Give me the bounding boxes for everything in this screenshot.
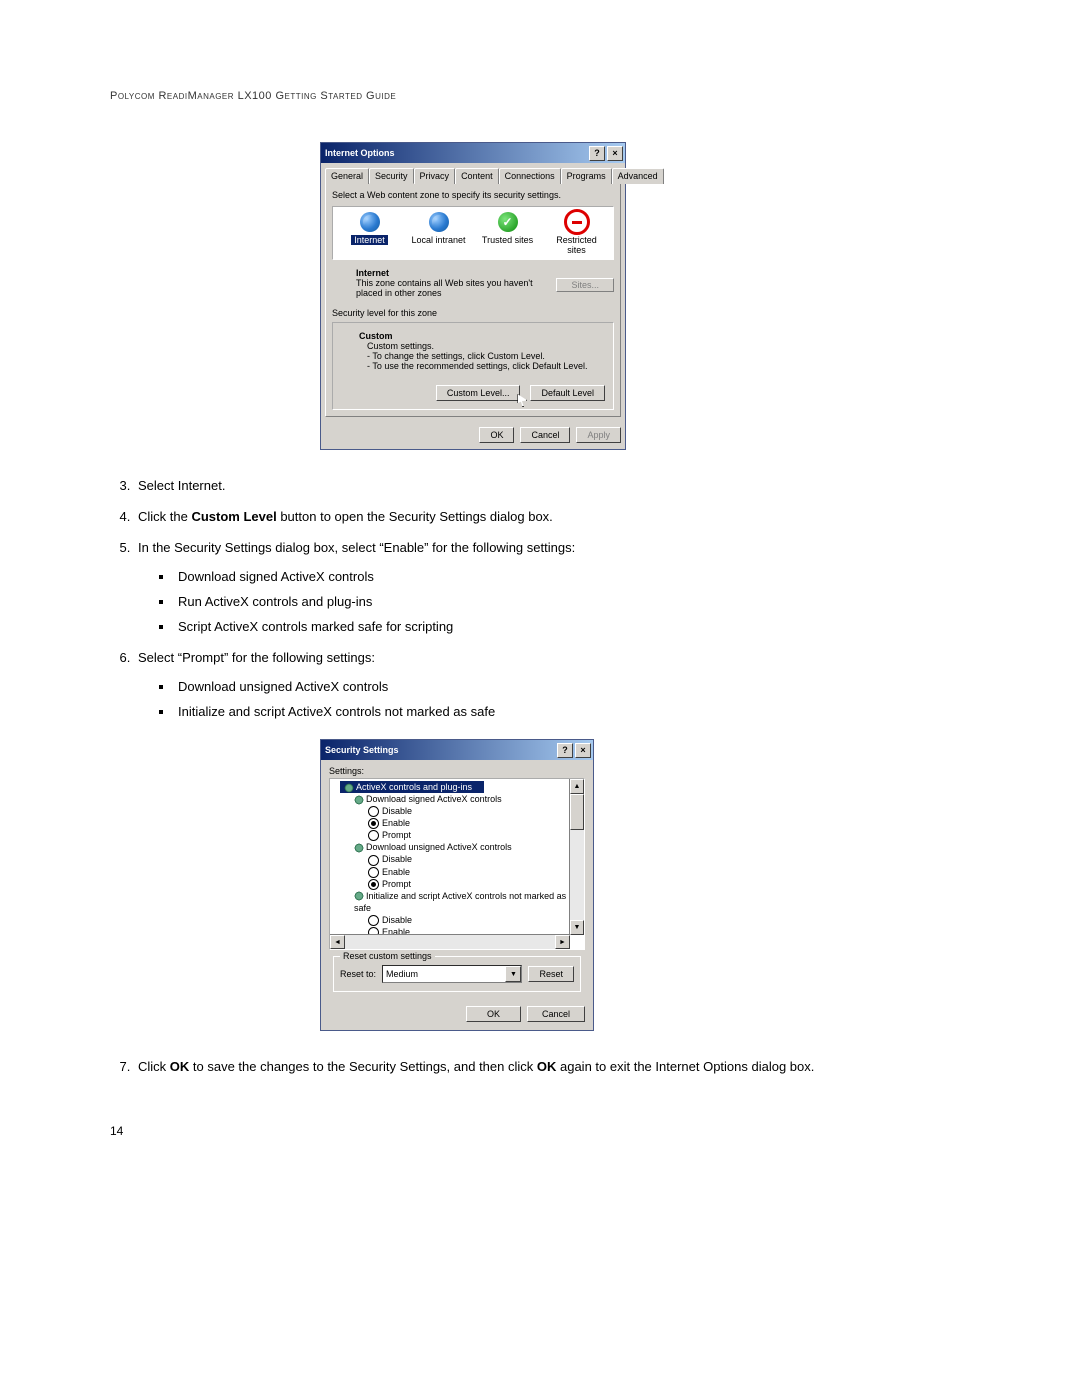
gear-icon: [354, 795, 364, 805]
radio-prompt[interactable]: Prompt: [332, 829, 584, 841]
cancel-button[interactable]: Cancel: [527, 1006, 585, 1022]
tab-advanced[interactable]: Advanced: [612, 168, 664, 184]
titlebar: Security Settings ? ×: [321, 740, 593, 760]
gear-icon: [354, 843, 364, 853]
zone-local-intranet[interactable]: Local intranet: [411, 211, 467, 255]
tab-content[interactable]: Content: [455, 168, 499, 184]
radio-prompt[interactable]: Prompt: [332, 878, 584, 890]
radio-disable[interactable]: Disable: [332, 853, 584, 865]
zone-desc-text: This zone contains all Web sites you hav…: [356, 278, 556, 298]
dialog-title: Internet Options: [325, 148, 395, 158]
page-header: Polycom ReadiManager LX100 Getting Start…: [110, 90, 970, 102]
custom-line: - To use the recommended settings, click…: [367, 361, 605, 371]
tree-group[interactable]: Initialize and script ActiveX controls n…: [332, 890, 584, 914]
reset-fieldset: Reset custom settings Reset to: Medium ▼…: [333, 956, 581, 992]
radio-enable[interactable]: Enable: [332, 817, 584, 829]
scroll-left-icon[interactable]: ◄: [330, 935, 345, 949]
tree-group[interactable]: Download unsigned ActiveX controls: [332, 841, 584, 853]
list-item: Initialize and script ActiveX controls n…: [174, 704, 970, 719]
tree-root[interactable]: ActiveX controls and plug-ins: [340, 781, 484, 793]
zone-restricted-sites[interactable]: Restricted sites: [549, 211, 605, 255]
globe-icon: [360, 212, 380, 232]
chevron-down-icon[interactable]: ▼: [505, 966, 521, 982]
tab-security[interactable]: Security: [369, 168, 414, 184]
scroll-thumb[interactable]: [570, 794, 584, 830]
reset-to-label: Reset to:: [340, 969, 376, 979]
zone-desc-title: Internet: [356, 268, 614, 278]
help-icon[interactable]: ?: [557, 743, 573, 758]
list-item: Run ActiveX controls and plug-ins: [174, 594, 970, 609]
tab-privacy[interactable]: Privacy: [414, 168, 456, 184]
custom-line: Custom settings.: [367, 341, 605, 351]
step-6: Select “Prompt” for the following settin…: [134, 650, 970, 719]
step-5: In the Security Settings dialog box, sel…: [134, 540, 970, 634]
radio-disable[interactable]: Disable: [332, 914, 584, 926]
page-number: 14: [110, 1124, 970, 1138]
zone-label: Restricted sites: [556, 235, 597, 255]
ok-button[interactable]: OK: [479, 427, 514, 443]
zone-trusted-sites[interactable]: ✓ Trusted sites: [480, 211, 536, 255]
close-icon[interactable]: ×: [607, 146, 623, 161]
security-level-label: Security level for this zone: [332, 308, 614, 318]
ok-button[interactable]: OK: [466, 1006, 521, 1022]
settings-tree[interactable]: ActiveX controls and plug-ins Download s…: [329, 778, 585, 950]
security-level-box: Custom Custom settings. - To change the …: [332, 322, 614, 410]
settings-label: Settings:: [329, 766, 585, 776]
internet-options-dialog: Internet Options ? × General Security Pr…: [320, 142, 626, 450]
zone-label: Internet: [351, 235, 388, 245]
tree-group[interactable]: Download signed ActiveX controls: [332, 793, 584, 805]
list-item: Download unsigned ActiveX controls: [174, 679, 970, 694]
security-settings-dialog: Security Settings ? × Settings: ActiveX …: [320, 739, 594, 1031]
dialog-title: Security Settings: [325, 745, 399, 755]
reset-legend: Reset custom settings: [340, 951, 435, 961]
radio-enable[interactable]: Enable: [332, 866, 584, 878]
reset-combo-value: Medium: [386, 969, 418, 979]
reset-combo[interactable]: Medium ▼: [382, 965, 522, 983]
tabs: General Security Privacy Content Connect…: [321, 163, 625, 183]
zone-label: Local intranet: [411, 235, 465, 245]
custom-level-button[interactable]: Custom Level...: [436, 385, 521, 401]
sites-button: Sites...: [556, 278, 614, 292]
instruction-list-2: Click OK to save the changes to the Secu…: [110, 1059, 970, 1074]
globe-icon: [429, 212, 449, 232]
instruction-text: Select a Web content zone to specify its…: [332, 190, 614, 200]
gear-icon: [344, 783, 354, 793]
instruction-list: Select Internet. Click the Custom Level …: [110, 478, 970, 719]
cancel-button[interactable]: Cancel: [520, 427, 570, 443]
reset-button[interactable]: Reset: [528, 966, 574, 982]
titlebar: Internet Options ? ×: [321, 143, 625, 163]
step-3: Select Internet.: [134, 478, 970, 493]
custom-line: - To change the settings, click Custom L…: [367, 351, 605, 361]
tab-connections[interactable]: Connections: [499, 168, 561, 184]
vertical-scrollbar[interactable]: ▲ ▼: [569, 779, 584, 935]
step-4: Click the Custom Level button to open th…: [134, 509, 970, 524]
list-item: Script ActiveX controls marked safe for …: [174, 619, 970, 634]
scroll-up-icon[interactable]: ▲: [570, 779, 584, 794]
close-icon[interactable]: ×: [575, 743, 591, 758]
gear-icon: [354, 891, 364, 901]
radio-disable[interactable]: Disable: [332, 805, 584, 817]
zone-label: Trusted sites: [482, 235, 533, 245]
tab-programs[interactable]: Programs: [561, 168, 612, 184]
horizontal-scrollbar[interactable]: ◄ ►: [330, 934, 570, 949]
tab-general[interactable]: General: [325, 168, 369, 184]
help-icon[interactable]: ?: [589, 146, 605, 161]
scroll-right-icon[interactable]: ►: [555, 935, 570, 949]
list-item: Download signed ActiveX controls: [174, 569, 970, 584]
default-level-button[interactable]: Default Level: [530, 385, 605, 401]
apply-button: Apply: [576, 427, 621, 443]
restricted-icon: [564, 209, 590, 235]
zone-internet[interactable]: Internet: [342, 211, 398, 255]
custom-title: Custom: [359, 331, 605, 341]
zone-selector[interactable]: Internet Local intranet ✓ Trusted sites …: [332, 206, 614, 260]
scroll-down-icon[interactable]: ▼: [570, 920, 584, 935]
check-icon: ✓: [498, 212, 518, 232]
step-7: Click OK to save the changes to the Secu…: [134, 1059, 970, 1074]
